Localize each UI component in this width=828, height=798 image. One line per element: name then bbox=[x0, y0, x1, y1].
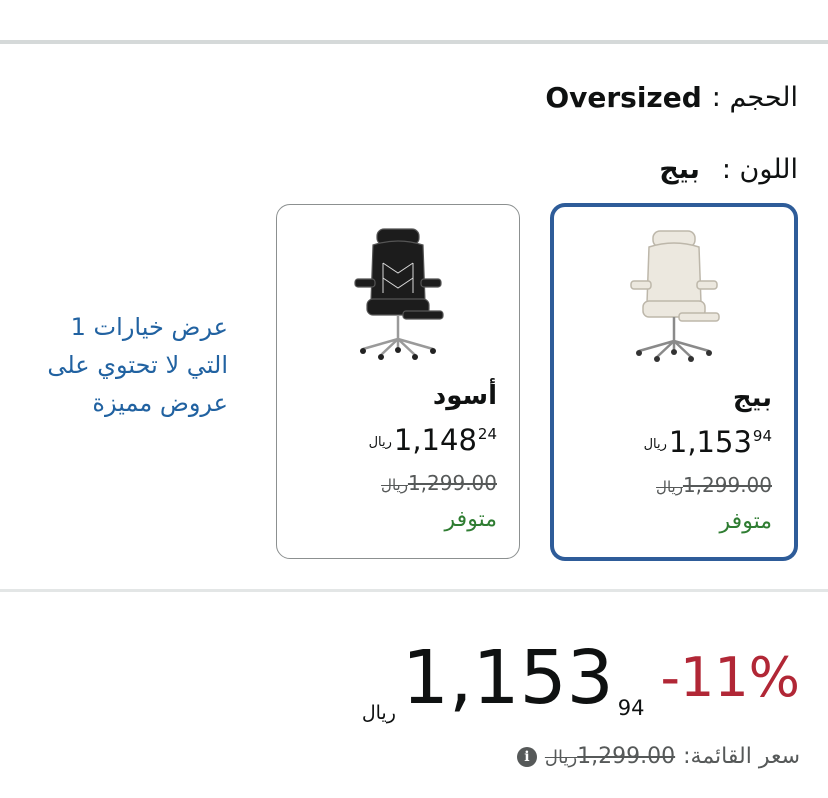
price-fraction: 94 bbox=[752, 427, 772, 445]
main-price-row: ريال 1,153 94 -11% bbox=[362, 636, 800, 724]
size-value: Oversized bbox=[545, 80, 702, 114]
price-whole: 1,153 bbox=[668, 425, 752, 459]
discount-badge: -11% bbox=[660, 646, 800, 709]
color-label: اللون : bbox=[721, 153, 798, 185]
price-currency: ريال bbox=[361, 702, 396, 724]
variant-name: أسود bbox=[432, 381, 497, 411]
list-currency: ريال bbox=[544, 747, 578, 768]
chair-image bbox=[630, 230, 720, 362]
list-price-row: سعر القائمة: ريال 1,299.00 i bbox=[516, 744, 800, 769]
currency: ريال bbox=[643, 437, 667, 452]
size-selector-row: الحجم : Oversized bbox=[545, 78, 798, 116]
list-price-value: 1,299.00 bbox=[682, 473, 772, 497]
currency: ريال bbox=[368, 435, 392, 450]
variant-list-price: ريال 1,299.00 bbox=[656, 473, 772, 497]
list-currency: ريال bbox=[656, 478, 683, 496]
variant-price: ريال 1,153 94 bbox=[644, 425, 772, 459]
more-options-link[interactable]: عرض خيارات 1 التي لا تحتوي على عروض مميز… bbox=[28, 308, 228, 422]
price-whole: 1,153 bbox=[401, 635, 614, 721]
list-price-label: سعر القائمة: bbox=[683, 744, 800, 769]
stock-status: متوفر bbox=[444, 507, 497, 532]
variant-price: ريال 1,148 24 bbox=[369, 423, 497, 457]
variant-name: بيج bbox=[732, 383, 772, 413]
list-price-value: ريال 1,299.00 bbox=[545, 744, 675, 769]
variant-card-black[interactable]: أسود ريال 1,148 24 ريال 1,299.00 متوفر bbox=[276, 204, 520, 559]
top-divider bbox=[0, 40, 828, 44]
list-price-amount: 1,299.00 bbox=[577, 744, 676, 769]
price-fraction: 94 bbox=[617, 696, 645, 720]
color-selector-row: اللون : بيج bbox=[659, 150, 798, 188]
current-price: ريال 1,153 94 bbox=[362, 636, 645, 724]
size-label: الحجم : bbox=[711, 81, 798, 113]
variant-list-price: ريال 1,299.00 bbox=[381, 471, 497, 495]
list-price-value: 1,299.00 bbox=[407, 471, 497, 495]
stock-status: متوفر bbox=[719, 509, 772, 534]
chair-image bbox=[354, 228, 444, 360]
price-whole: 1,148 bbox=[393, 423, 477, 457]
section-divider bbox=[0, 589, 828, 592]
color-value: بيج bbox=[659, 153, 700, 185]
info-icon[interactable]: i bbox=[516, 746, 537, 767]
price-fraction: 24 bbox=[477, 425, 497, 443]
variant-card-beige[interactable]: بيج ريال 1,153 94 ريال 1,299.00 متوفر bbox=[551, 204, 797, 560]
list-currency: ريال bbox=[381, 476, 408, 494]
